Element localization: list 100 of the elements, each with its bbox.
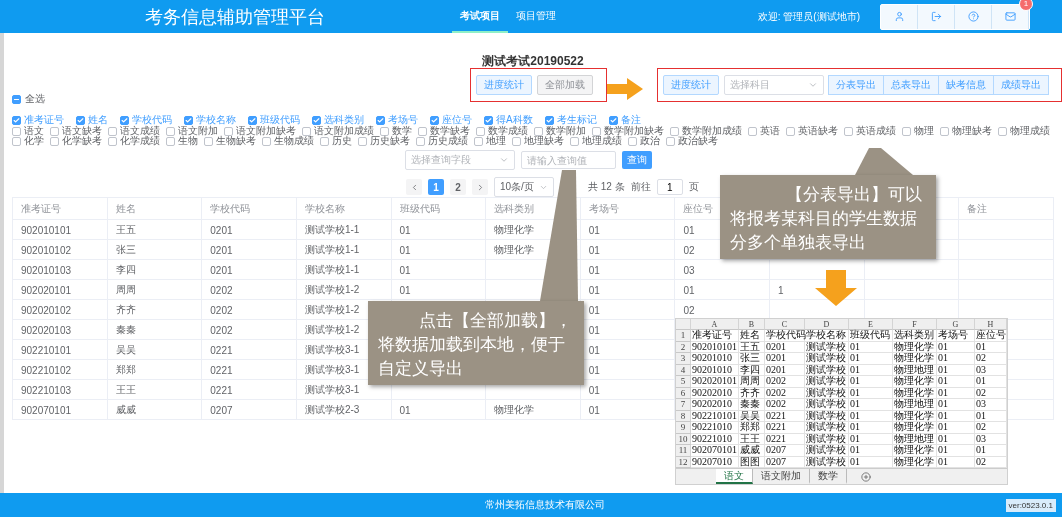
table-cell: 物理化学 xyxy=(494,223,535,237)
sheet-cell: 0202 xyxy=(765,399,805,411)
sheet-cell: 测试学校 xyxy=(805,341,849,353)
table-cell: 测试学校3-1 xyxy=(304,363,360,377)
sheet-cell: 姓名 xyxy=(739,330,765,342)
checkbox-label: 语文附加缺考 xyxy=(236,126,296,136)
action-button[interactable]: 进度统计 xyxy=(476,75,532,95)
sheet-cell: 李四 xyxy=(739,364,765,376)
export-button[interactable]: 成绩导出 xyxy=(992,75,1049,95)
export-button[interactable]: 分表导出 xyxy=(827,75,884,95)
sheet-cell: 90201010 xyxy=(691,364,739,376)
sheet-cell: 01 xyxy=(937,410,975,422)
app-title: 考务信息辅助管理平台 xyxy=(145,5,326,29)
field-select[interactable]: 选择查询字段 xyxy=(405,150,515,170)
sheet-cell: 01 xyxy=(937,364,975,376)
sheet-cell: 王五 xyxy=(739,341,765,353)
page-button[interactable]: 1 xyxy=(428,179,444,195)
page-button[interactable]: 2 xyxy=(450,179,466,195)
action-button[interactable]: 进度统计 xyxy=(662,75,719,95)
table-cell: 吴吴 xyxy=(115,343,136,357)
table-cell: 01 xyxy=(588,244,600,256)
table-cell: 测试学校1-1 xyxy=(304,263,360,277)
sheet-cell: 0221 xyxy=(765,433,805,445)
sheet-cell: 张三 xyxy=(739,353,765,365)
checkbox-label: 语文附加 xyxy=(178,126,218,136)
column-header: 学校代码 xyxy=(210,202,251,216)
table-cell: 902010103 xyxy=(21,264,72,276)
table-cell: 0202 xyxy=(210,284,233,296)
search-field[interactable]: 请输入查询值 xyxy=(521,151,616,169)
table-cell: 03 xyxy=(683,264,695,276)
table-cell: 902210103 xyxy=(21,384,72,396)
sheet-cell: 90221010 xyxy=(691,422,739,434)
sheet-cell: 测试学校 xyxy=(805,399,849,411)
checkbox-label: 学校名称 xyxy=(196,115,236,125)
table-cell: 0201 xyxy=(210,264,233,276)
table-cell: 01 xyxy=(588,284,600,296)
table-cell: 902020103 xyxy=(21,324,72,336)
checkbox-label: 物理缺考 xyxy=(952,126,992,136)
sheet-cell: 03 xyxy=(975,364,1007,376)
checkbox-label: 语文附加成绩 xyxy=(314,126,374,136)
table-cell: 01 xyxy=(588,324,600,336)
export-button[interactable]: 缺考信息 xyxy=(937,75,994,95)
sheet-cell: 0202 xyxy=(765,376,805,388)
table-cell: 01 xyxy=(399,404,411,416)
table-cell: 0201 xyxy=(210,244,233,256)
checkbox-label: 姓名 xyxy=(88,115,108,125)
sheet-cell: 测试学校 xyxy=(805,445,849,457)
sheet-tab[interactable]: 语文附加 xyxy=(753,469,810,484)
checkbox-label: 备注 xyxy=(620,115,641,125)
action-button[interactable]: 全部加载 xyxy=(537,75,593,95)
sheet-cell: 01 xyxy=(937,422,975,434)
page-unit: 页 xyxy=(688,180,699,194)
table-cell: 测试学校1-2 xyxy=(304,303,360,317)
export-button[interactable]: 总表导出 xyxy=(882,75,939,95)
sheet-column-header: D xyxy=(805,319,849,330)
nav-tab[interactable]: 项目管理 xyxy=(508,0,564,33)
page-size-select[interactable]: 10条/页 xyxy=(494,177,554,197)
table-cell: 0207 xyxy=(210,404,233,416)
checkbox-label: 英语 xyxy=(760,126,780,136)
sheet-cell: 物理化学 xyxy=(893,422,937,434)
row-number: 1 xyxy=(676,330,691,342)
sheet-tab[interactable]: 语文 xyxy=(716,469,753,484)
sheet-cell: 0221 xyxy=(765,410,805,422)
checkbox-label: 历史缺考 xyxy=(370,136,410,146)
sheet-cell: 物理化学 xyxy=(893,387,937,399)
table-cell: 0201 xyxy=(210,224,233,236)
table-cell: 齐齐 xyxy=(115,303,136,317)
sheet-cell: 物理化学 xyxy=(893,353,937,365)
sheet-cell: 01 xyxy=(937,387,975,399)
sheet-cell: 01 xyxy=(937,399,975,411)
sheet-cell: 0221 xyxy=(765,422,805,434)
checkbox-label: 全选 xyxy=(25,92,45,106)
table-cell: 01 xyxy=(588,384,600,396)
table-cell: 0221 xyxy=(210,384,233,396)
sheet-cell: 0207 xyxy=(765,445,805,457)
sheet-cell: 准考证号 xyxy=(691,330,739,342)
sheet-cell: 01 xyxy=(975,376,1007,388)
sheet-cell: 0201 xyxy=(765,341,805,353)
goto-label: 前往 xyxy=(630,180,651,194)
checkbox-label: 班级代码 xyxy=(260,115,300,125)
table-cell: 01 xyxy=(399,244,411,256)
subject-select[interactable]: 选择科目 xyxy=(723,75,824,95)
sheet-cell: 齐齐 xyxy=(739,387,765,399)
sheet-column-header: B xyxy=(739,319,765,330)
table-cell: 1 xyxy=(778,284,784,296)
sheet-cell: 考场号 xyxy=(937,330,975,342)
page-input[interactable]: 1 xyxy=(656,179,683,195)
sheet-column-header: F xyxy=(893,319,937,330)
table-cell: 测试学校3-1 xyxy=(304,383,360,397)
table-cell: 01 xyxy=(588,264,600,276)
checkbox-label: 物理 xyxy=(914,126,934,136)
nav-tab[interactable]: 考试项目 xyxy=(452,0,508,33)
table-cell: 902210101 xyxy=(21,344,72,356)
row-number: 5 xyxy=(676,376,691,388)
sheet-tab[interactable]: 数学 xyxy=(810,469,847,484)
checkbox-label: 化学 xyxy=(24,136,44,146)
checkbox-label: 生物 xyxy=(178,136,198,146)
query-button[interactable]: 查询 xyxy=(622,151,652,169)
checkbox-label: 座位号 xyxy=(442,115,472,125)
sheet-cell: 测试学校 xyxy=(805,422,849,434)
